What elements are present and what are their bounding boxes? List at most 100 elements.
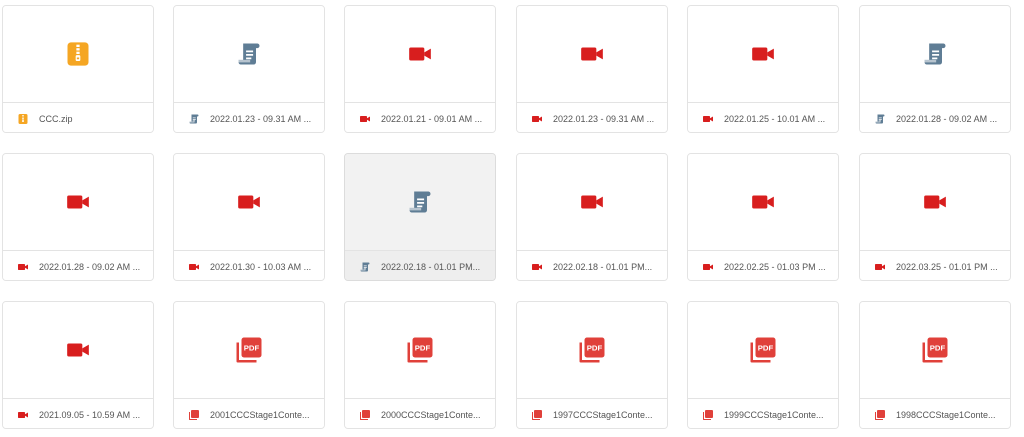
file-card[interactable]: 2022.01.28 - 09.02 AM ...: [2, 153, 154, 281]
file-name: 2022.01.28 - 09.02 AM ...: [896, 113, 998, 124]
file-thumbnail[interactable]: [688, 6, 838, 102]
file-card[interactable]: 2022.01.30 - 10.03 AM ...: [173, 153, 325, 281]
video-camera-icon: [702, 261, 714, 273]
file-footer[interactable]: 2022.02.18 - 01.01 PM...: [345, 250, 495, 280]
file-card[interactable]: PDF 1997CCCStage1Conte...: [516, 301, 668, 429]
file-footer[interactable]: 2022.03.25 - 01.01 PM ...: [860, 250, 1010, 280]
svg-text:PDF: PDF: [587, 343, 603, 352]
file-name: 1998CCCStage1Conte...: [896, 409, 996, 420]
document-scroll-icon: [359, 261, 371, 273]
file-thumbnail[interactable]: [345, 154, 495, 250]
video-camera-icon: [409, 47, 431, 61]
video-camera-icon: [531, 113, 543, 125]
file-name: 2022.01.28 - 09.02 AM ...: [39, 261, 141, 272]
file-name: 1999CCCStage1Conte...: [724, 409, 824, 420]
pdf-file-icon: PDF: [922, 337, 948, 363]
pdf-file-icon: [188, 409, 200, 421]
file-card[interactable]: 2022.01.25 - 10.01 AM ...: [687, 5, 839, 133]
svg-text:PDF: PDF: [415, 343, 431, 352]
video-camera-icon: [581, 195, 603, 209]
file-card[interactable]: 2022.01.23 - 09.31 AM ...: [173, 5, 325, 133]
video-camera-icon: [67, 343, 89, 357]
pdf-file-icon: PDF: [407, 337, 433, 363]
document-scroll-icon: [238, 43, 260, 65]
file-footer[interactable]: 2022.01.28 - 09.02 AM ...: [3, 250, 153, 280]
file-thumbnail[interactable]: [517, 154, 667, 250]
file-footer[interactable]: 1997CCCStage1Conte...: [517, 398, 667, 428]
file-name: 2022.01.30 - 10.03 AM ...: [210, 261, 312, 272]
pdf-file-icon: PDF: [750, 337, 776, 363]
file-footer[interactable]: 2022.01.23 - 09.31 AM ...: [517, 102, 667, 132]
pdf-file-icon: [531, 409, 543, 421]
file-card[interactable]: 2022.03.25 - 01.01 PM ...: [859, 153, 1011, 281]
file-footer[interactable]: 2022.02.25 - 01.03 PM ...: [688, 250, 838, 280]
file-thumbnail[interactable]: [174, 6, 324, 102]
video-camera-icon: [359, 113, 371, 125]
pdf-file-icon: [874, 409, 886, 421]
document-scroll-icon: [409, 191, 431, 213]
file-thumbnail[interactable]: PDF: [688, 302, 838, 398]
file-card[interactable]: 2022.02.18 - 01.01 PM...: [344, 153, 496, 281]
file-card[interactable]: PDF 1999CCCStage1Conte...: [687, 301, 839, 429]
zip-file-icon: [67, 42, 89, 66]
file-footer[interactable]: CCC.zip: [3, 102, 153, 132]
file-name: 2022.02.18 - 01.01 PM...: [553, 261, 653, 272]
file-card[interactable]: PDF 1998CCCStage1Conte...: [859, 301, 1011, 429]
zip-file-icon: [17, 113, 29, 125]
pdf-file-icon: PDF: [236, 337, 262, 363]
video-camera-icon: [752, 47, 774, 61]
file-card[interactable]: 2022.01.21 - 09.01 AM ...: [344, 5, 496, 133]
file-name: 1997CCCStage1Conte...: [553, 409, 653, 420]
document-scroll-icon: [874, 113, 886, 125]
file-card[interactable]: 2022.01.23 - 09.31 AM ...: [516, 5, 668, 133]
video-camera-icon: [17, 409, 29, 421]
video-camera-icon: [752, 195, 774, 209]
file-card[interactable]: CCC.zip: [2, 5, 154, 133]
file-card[interactable]: PDF 2000CCCStage1Conte...: [344, 301, 496, 429]
file-name: 2021.09.05 - 10.59 AM ...: [39, 409, 141, 420]
file-thumbnail[interactable]: [860, 154, 1010, 250]
file-footer[interactable]: 2022.01.21 - 09.01 AM ...: [345, 102, 495, 132]
file-name: 2022.03.25 - 01.01 PM ...: [896, 261, 998, 272]
file-thumbnail[interactable]: [3, 6, 153, 102]
file-thumbnail[interactable]: [517, 6, 667, 102]
file-card[interactable]: PDF 2001CCCStage1Conte...: [173, 301, 325, 429]
file-footer[interactable]: 2000CCCStage1Conte...: [345, 398, 495, 428]
file-footer[interactable]: 2022.01.23 - 09.31 AM ...: [174, 102, 324, 132]
file-thumbnail[interactable]: PDF: [517, 302, 667, 398]
video-camera-icon: [17, 261, 29, 273]
file-grid: CCC.zip 2022.01.23 - 09.31 AM ... 2022.01.…: [0, 0, 1024, 437]
file-name: 2022.01.23 - 09.31 AM ...: [553, 113, 655, 124]
file-thumbnail[interactable]: [174, 154, 324, 250]
file-card[interactable]: 2022.01.28 - 09.02 AM ...: [859, 5, 1011, 133]
file-thumbnail[interactable]: [860, 6, 1010, 102]
file-thumbnail[interactable]: [688, 154, 838, 250]
pdf-file-icon: PDF: [579, 337, 605, 363]
file-thumbnail[interactable]: PDF: [174, 302, 324, 398]
file-thumbnail[interactable]: [3, 302, 153, 398]
file-footer[interactable]: 2021.09.05 - 10.59 AM ...: [3, 398, 153, 428]
file-thumbnail[interactable]: PDF: [860, 302, 1010, 398]
file-thumbnail[interactable]: [345, 6, 495, 102]
video-camera-icon: [188, 261, 200, 273]
file-thumbnail[interactable]: [3, 154, 153, 250]
file-footer[interactable]: 2022.01.30 - 10.03 AM ...: [174, 250, 324, 280]
file-card[interactable]: 2021.09.05 - 10.59 AM ...: [2, 301, 154, 429]
file-footer[interactable]: 1999CCCStage1Conte...: [688, 398, 838, 428]
video-camera-icon: [702, 113, 714, 125]
file-footer[interactable]: 2022.01.25 - 10.01 AM ...: [688, 102, 838, 132]
file-card[interactable]: 2022.02.25 - 01.03 PM ...: [687, 153, 839, 281]
video-camera-icon: [581, 47, 603, 61]
file-name: 2022.01.23 - 09.31 AM ...: [210, 113, 312, 124]
file-name: 2001CCCStage1Conte...: [210, 409, 310, 420]
file-footer[interactable]: 2022.02.18 - 01.01 PM...: [517, 250, 667, 280]
file-card[interactable]: 2022.02.18 - 01.01 PM...: [516, 153, 668, 281]
file-name: 2022.01.21 - 09.01 AM ...: [381, 113, 483, 124]
svg-text:PDF: PDF: [758, 343, 774, 352]
file-thumbnail[interactable]: PDF: [345, 302, 495, 398]
file-footer[interactable]: 2022.01.28 - 09.02 AM ...: [860, 102, 1010, 132]
file-footer[interactable]: 2001CCCStage1Conte...: [174, 398, 324, 428]
file-footer[interactable]: 1998CCCStage1Conte...: [860, 398, 1010, 428]
pdf-file-icon: [702, 409, 714, 421]
pdf-file-icon: [359, 409, 371, 421]
